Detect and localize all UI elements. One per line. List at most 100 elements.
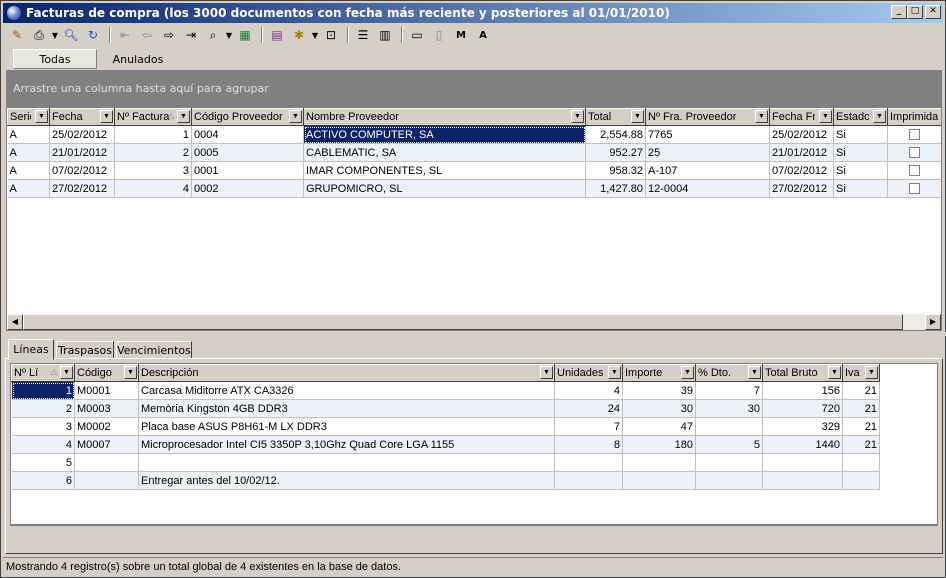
cell-serie[interactable]: A [7,161,50,180]
columns-icon[interactable]: ☰ [353,26,373,44]
column-filter-icon[interactable]: ▼ [60,366,73,379]
cell-nombre-proveedor[interactable]: CABLEMATIC, SA [303,143,586,162]
cell-codigo[interactable]: M0001 [74,381,139,400]
cell-descripcion[interactable] [138,453,555,472]
column-filter-icon[interactable]: ▼ [571,110,584,123]
column-header-nombre-proveedor[interactable]: Nombre Proveedor ▼ [303,108,586,126]
cell-serie[interactable]: A [7,125,50,144]
cell-unidades[interactable] [554,453,623,472]
filter-icon[interactable]: ✱ [289,26,309,44]
printed-checkbox[interactable] [909,165,920,177]
cell-fra-proveedor[interactable]: 7765 [645,125,770,144]
cell-fecha-fra[interactable]: 27/02/2012 [769,179,834,198]
cell-iva[interactable] [842,471,880,490]
column-filter-icon[interactable]: ▼ [608,366,621,379]
cell-codigo-proveedor[interactable]: 0002 [191,179,304,198]
cell-fecha-fra[interactable]: 07/02/2012 [769,161,834,180]
column-filter-icon[interactable]: ▼ [819,110,832,123]
column-header-total-bruto[interactable]: Total Bruto ▼ [762,364,843,382]
cell-codigo[interactable]: M0007 [74,435,139,454]
cell-codigo[interactable] [74,453,139,472]
window-icon[interactable]: ▭ [407,26,427,44]
table-row[interactable]: 6 Entregar antes del 10/02/12. [11,471,880,490]
column-filter-icon[interactable]: ▼ [828,366,841,379]
column-filter-icon[interactable]: ▼ [177,110,190,123]
close-button[interactable]: ✕ [925,5,941,19]
previous-record-icon[interactable]: ⇦ [137,26,157,44]
column-filter-icon[interactable]: ▼ [755,110,768,123]
printed-checkbox[interactable] [909,183,920,195]
cell-codigo-proveedor[interactable]: 0001 [191,161,304,180]
column-filter-icon[interactable]: ▼ [540,366,553,379]
column-header-fra-proveedor[interactable]: Nº Fra. Proveedor ▼ [645,108,770,126]
column-header-descripcion[interactable]: Descripción ▼ [138,364,555,382]
column-header-total[interactable]: Total ▼ [585,108,646,126]
maximize-button[interactable]: □ [907,5,923,19]
column-header-linea[interactable]: Nº Línea△▼ [11,364,75,382]
column-header-estado[interactable]: Estado ▼ [833,108,888,126]
cell-importe[interactable]: 30 [622,399,696,418]
scroll-track[interactable] [23,314,925,330]
cell-fecha[interactable]: 25/02/2012 [49,125,115,144]
cell-total[interactable]: 952.27 [585,143,646,162]
cell-fra-proveedor[interactable]: 12-0004 [645,179,770,198]
filter-dropdown-icon[interactable]: ▼ [311,26,319,44]
cell-total[interactable]: 958.32 [585,161,646,180]
column-header-fecha-fra[interactable]: Fecha Fra. Proveedor▼ [769,108,834,126]
tab-lines[interactable]: Líneas [8,339,54,360]
cell-imprimida[interactable] [887,125,941,144]
cell-codigo-proveedor[interactable]: 0004 [191,125,304,144]
cell-nombre-proveedor[interactable]: GRUPOMICRO, SL [303,179,586,198]
scroll-thumb[interactable] [23,314,903,330]
edit-icon[interactable]: ✎ [7,26,27,44]
cell-numero[interactable]: 4 [114,179,192,198]
print-dropdown-icon[interactable]: ▼ [51,26,59,44]
cell-codigo[interactable]: M0002 [74,417,139,436]
column-filter-icon[interactable]: ▼ [631,110,644,123]
table-row[interactable]: A 27/02/2012 4 0002 GRUPOMICRO, SL 1,427… [7,179,941,198]
cell-fecha[interactable]: 07/02/2012 [49,161,115,180]
printed-checkbox[interactable] [909,129,920,141]
select-icon[interactable]: ⊡ [321,26,341,44]
cell-importe[interactable] [622,471,696,490]
cell-importe[interactable] [622,453,696,472]
title-bar[interactable]: Facturas de compra (los 3000 documentos … [3,3,943,23]
table-row[interactable]: 4 M0007 Microprocesador Intel CI5 3350P … [11,435,880,454]
cell-descripcion[interactable]: Memòria Kingston 4GB DDR3 [138,399,555,418]
preview-dropdown-icon[interactable]: ▼ [225,26,233,44]
cell-codigo[interactable] [74,471,139,490]
table-row[interactable]: A 21/01/2012 2 0005 CABLEMATIC, SA 952.2… [7,143,941,162]
scroll-left-icon[interactable]: ◀ [7,314,23,330]
excel-export-icon[interactable]: ▦ [235,26,255,44]
cell-linea[interactable]: 2 [11,399,75,418]
column-filter-icon[interactable]: ▼ [100,110,113,123]
column-filter-icon[interactable]: ▼ [289,110,302,123]
scroll-right-icon[interactable]: ▶ [925,314,941,330]
cell-linea[interactable]: 5 [11,453,75,472]
cell-nombre-proveedor[interactable]: ACTIVO COMPUTER, SA [303,125,586,144]
cell-total-bruto[interactable]: 156 [762,381,843,400]
cell-total-bruto[interactable]: 720 [762,399,843,418]
table-row[interactable]: A 25/02/2012 1 0004 ACTIVO COMPUTER, SA … [7,125,941,144]
column-header-fecha[interactable]: Fecha ▼ [49,108,115,126]
table-row[interactable]: 3 M0002 Placa base ASUS P8H61-M LX DDR3 … [11,417,880,436]
cell-nombre-proveedor[interactable]: IMAR COMPONENTES, SL [303,161,586,180]
last-record-icon[interactable]: ⇥ [181,26,201,44]
cell-fra-proveedor[interactable]: A-107 [645,161,770,180]
column-filter-icon[interactable]: ▼ [748,366,761,379]
tab-transfers[interactable]: Traspasos [56,341,114,359]
column-header-imprimida[interactable]: Imprimida [887,108,941,126]
cell-descripcion[interactable]: Carcasa Miditorre ATX CA3326 [138,381,555,400]
cell-estado[interactable]: Si [833,179,888,198]
cell-fecha-fra[interactable]: 21/01/2012 [769,143,834,162]
cell-importe[interactable]: 180 [622,435,696,454]
print-icon[interactable]: ⎙ [29,26,49,44]
cell-imprimida[interactable] [887,161,941,180]
cell-serie[interactable]: A [7,179,50,198]
column-filter-icon[interactable]: ▼ [865,366,878,379]
next-record-icon[interactable]: ⇨ [159,26,179,44]
cell-linea[interactable]: 6 [11,471,75,490]
cell-iva[interactable]: 21 [842,417,880,436]
tab-cancelled[interactable]: Anulados [103,49,173,69]
cell-fecha-fra[interactable]: 25/02/2012 [769,125,834,144]
